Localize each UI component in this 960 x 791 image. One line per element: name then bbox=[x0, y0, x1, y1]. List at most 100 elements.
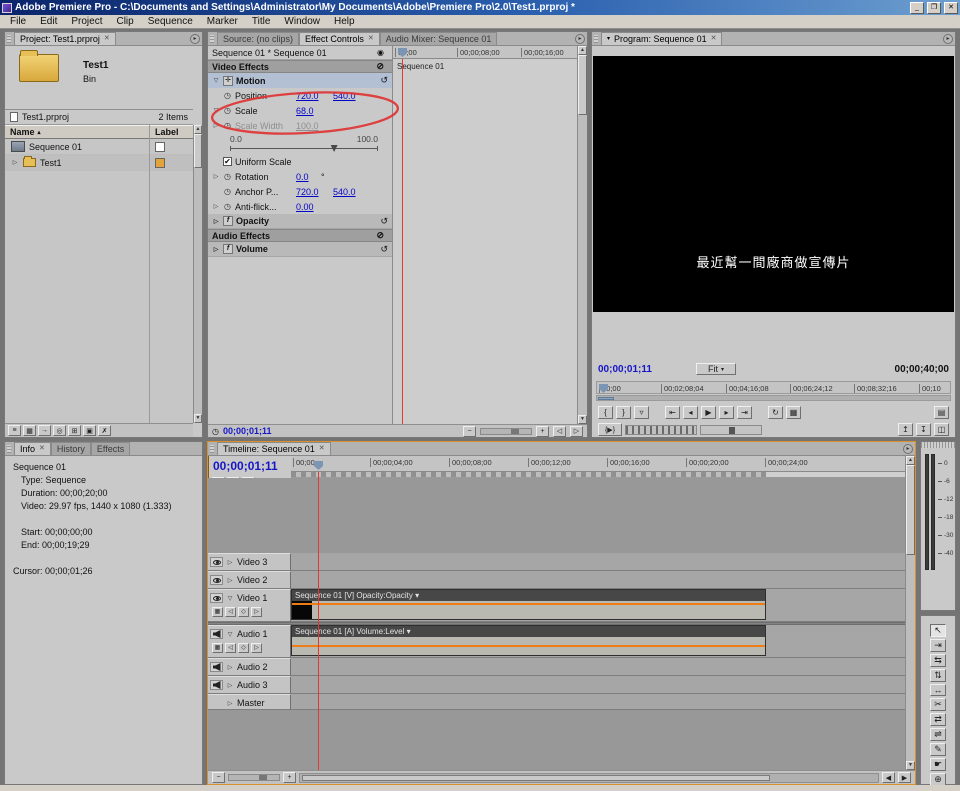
previous-keyframe-button[interactable]: ◁ bbox=[225, 643, 236, 653]
zoom-in-button[interactable]: + bbox=[283, 772, 296, 783]
menu-edit[interactable]: Edit bbox=[33, 16, 64, 27]
new-item-button[interactable]: ▣ bbox=[83, 425, 96, 436]
track-lane-audio2[interactable] bbox=[291, 658, 905, 676]
ripple-edit-tool[interactable]: ⇆ bbox=[930, 654, 946, 667]
scale-slider[interactable] bbox=[230, 145, 378, 154]
expander-icon[interactable]: ▷ bbox=[212, 246, 220, 253]
go-to-in-button[interactable]: ⇤ bbox=[665, 406, 680, 419]
video-clip-body[interactable] bbox=[292, 601, 765, 619]
menu-marker[interactable]: Marker bbox=[200, 16, 245, 27]
reset-icon[interactable]: ↺ bbox=[380, 75, 388, 86]
tab-source[interactable]: Source: (no clips) bbox=[217, 32, 299, 45]
monitor-menu-icon[interactable]: ▾ bbox=[607, 33, 610, 45]
zoom-slider[interactable] bbox=[228, 774, 280, 781]
timeline-ruler[interactable]: 00;00 00;00;04;00 00;00;08;00 00;00;12;0… bbox=[291, 456, 905, 472]
zoom-in-button[interactable]: + bbox=[536, 426, 549, 437]
reset-icon[interactable]: ↺ bbox=[380, 216, 388, 227]
volume-rubber-band[interactable] bbox=[292, 645, 765, 647]
effect-controls-mini-timeline[interactable]: 00;00 00;00;08;00 00;00;16;00 Sequence 0… bbox=[393, 46, 577, 424]
step-back-button[interactable]: ◂ bbox=[683, 406, 698, 419]
uniform-scale-checkbox[interactable]: ✔ bbox=[223, 157, 232, 166]
menu-file[interactable]: File bbox=[3, 16, 33, 27]
audio-clip-body[interactable] bbox=[292, 637, 765, 655]
effect-controls-timecode[interactable]: 00;00;01;11 bbox=[223, 426, 272, 436]
new-bin-button[interactable]: ⊞ bbox=[68, 425, 81, 436]
set-display-style-button[interactable]: ▦ bbox=[212, 607, 223, 617]
program-ruler[interactable]: 00;00 00;02;08;04 00;04;16;08 00;06;24;1… bbox=[596, 381, 951, 394]
rate-stretch-tool[interactable]: ↔ bbox=[930, 684, 946, 696]
track-lane-master[interactable] bbox=[291, 694, 905, 710]
effect-enable-icon[interactable]: f bbox=[223, 244, 233, 254]
track-header-audio1[interactable]: ▽ Audio 1 ▦ ◁ ◇ ▷ bbox=[208, 625, 291, 658]
output-button[interactable]: ▤ bbox=[934, 406, 949, 419]
track-lane-video3[interactable] bbox=[291, 553, 905, 571]
antiflicker-value[interactable]: 0.00 bbox=[296, 202, 330, 212]
anchor-y-value[interactable]: 540.0 bbox=[333, 187, 367, 197]
scale-value[interactable]: 68.0 bbox=[296, 106, 330, 116]
opacity-effect-row[interactable]: ▷ f Opacity ↺ bbox=[208, 214, 392, 229]
expander-icon[interactable]: ▷ bbox=[212, 218, 220, 225]
menu-project[interactable]: Project bbox=[64, 16, 109, 27]
menu-title[interactable]: Title bbox=[245, 16, 278, 27]
effect-controls-vertical-scrollbar[interactable]: ▲ ▼ bbox=[577, 46, 587, 424]
scrollbar-thumb[interactable] bbox=[194, 134, 202, 168]
position-y-value[interactable]: 540.0 bbox=[333, 91, 367, 101]
find-button[interactable]: ◎ bbox=[53, 425, 66, 436]
expander-icon[interactable]: ▷ bbox=[226, 559, 234, 566]
track-lane-video1[interactable]: Sequence 01 [V] Opacity:Opacity ▾ bbox=[291, 589, 905, 622]
scroll-left-button[interactable]: ◀ bbox=[882, 772, 895, 783]
timeline-horizontal-scrollbar[interactable] bbox=[299, 773, 879, 783]
previous-keyframe-button[interactable]: ◁ bbox=[225, 607, 236, 617]
next-keyframe-button[interactable]: ▷ bbox=[570, 426, 583, 437]
go-to-out-button[interactable]: ⇥ bbox=[737, 406, 752, 419]
bypass-icon[interactable]: ⊘ bbox=[376, 61, 384, 72]
panel-menu-button[interactable]: ▸ bbox=[190, 34, 200, 44]
menu-help[interactable]: Help bbox=[327, 16, 362, 27]
scroll-up-icon[interactable]: ▲ bbox=[578, 46, 587, 55]
expander-icon[interactable]: ▷ bbox=[212, 173, 220, 180]
close-tab-icon[interactable]: ✕ bbox=[368, 33, 374, 45]
expander-icon[interactable]: ▽ bbox=[226, 631, 234, 638]
step-forward-button[interactable]: ▸ bbox=[719, 406, 734, 419]
close-tab-icon[interactable]: ✕ bbox=[319, 443, 325, 455]
zoom-slider-thumb[interactable] bbox=[511, 429, 519, 434]
menu-sequence[interactable]: Sequence bbox=[141, 16, 200, 27]
expander-icon[interactable]: ▽ bbox=[226, 595, 234, 602]
add-keyframe-button[interactable]: ◇ bbox=[238, 607, 249, 617]
jog-disk[interactable] bbox=[625, 425, 697, 435]
list-view-button[interactable]: ≡ bbox=[8, 425, 21, 436]
panel-menu-button[interactable]: ▸ bbox=[943, 34, 953, 44]
zoom-out-button[interactable]: − bbox=[463, 426, 476, 437]
volume-effect-row[interactable]: ▷ f Volume ↺ bbox=[208, 242, 392, 257]
add-keyframe-button[interactable]: ◇ bbox=[238, 643, 249, 653]
menu-clip[interactable]: Clip bbox=[109, 16, 140, 27]
set-in-point-button[interactable]: { bbox=[598, 406, 613, 419]
close-tab-icon[interactable]: ✕ bbox=[104, 33, 110, 45]
toggle-animation-stopwatch-icon[interactable]: ◷ bbox=[223, 202, 232, 211]
safe-margins-button[interactable]: ▦ bbox=[786, 406, 801, 419]
play-in-to-out-button[interactable]: {▶} bbox=[598, 423, 622, 436]
scroll-up-icon[interactable]: ▲ bbox=[194, 125, 202, 134]
expander-icon[interactable]: ▽ bbox=[212, 107, 220, 114]
project-vertical-scrollbar[interactable]: ▲ ▼ bbox=[193, 125, 202, 423]
toggle-track-output[interactable] bbox=[210, 593, 223, 603]
toggle-animation-stopwatch-icon[interactable]: ◷ bbox=[223, 91, 232, 100]
panel-grip[interactable] bbox=[921, 442, 955, 448]
list-item-bin[interactable]: ▷ Test1 bbox=[5, 155, 193, 171]
column-name[interactable]: Name bbox=[5, 127, 35, 137]
label-color-chip[interactable] bbox=[155, 142, 165, 152]
expander-icon[interactable]: ▷ bbox=[226, 664, 234, 671]
scroll-right-button[interactable]: ▶ bbox=[898, 772, 911, 783]
toggle-track-output[interactable] bbox=[210, 575, 223, 585]
selection-tool[interactable]: ↖ bbox=[930, 624, 946, 637]
hand-tool[interactable]: ☛ bbox=[930, 758, 946, 771]
shuttle-thumb[interactable] bbox=[729, 427, 735, 434]
program-view-area-bar[interactable] bbox=[596, 395, 951, 401]
zoom-slider-thumb[interactable] bbox=[259, 775, 267, 780]
extract-button[interactable]: ↧ bbox=[916, 423, 931, 436]
close-tab-icon[interactable]: ✕ bbox=[711, 33, 717, 45]
previous-keyframe-button[interactable]: ◁ bbox=[553, 426, 566, 437]
next-keyframe-button[interactable]: ▷ bbox=[251, 643, 262, 653]
set-marker-button[interactable]: ▿ bbox=[634, 406, 649, 419]
motion-effect-row[interactable]: ▽ ✛ Motion ↺ bbox=[208, 73, 392, 88]
